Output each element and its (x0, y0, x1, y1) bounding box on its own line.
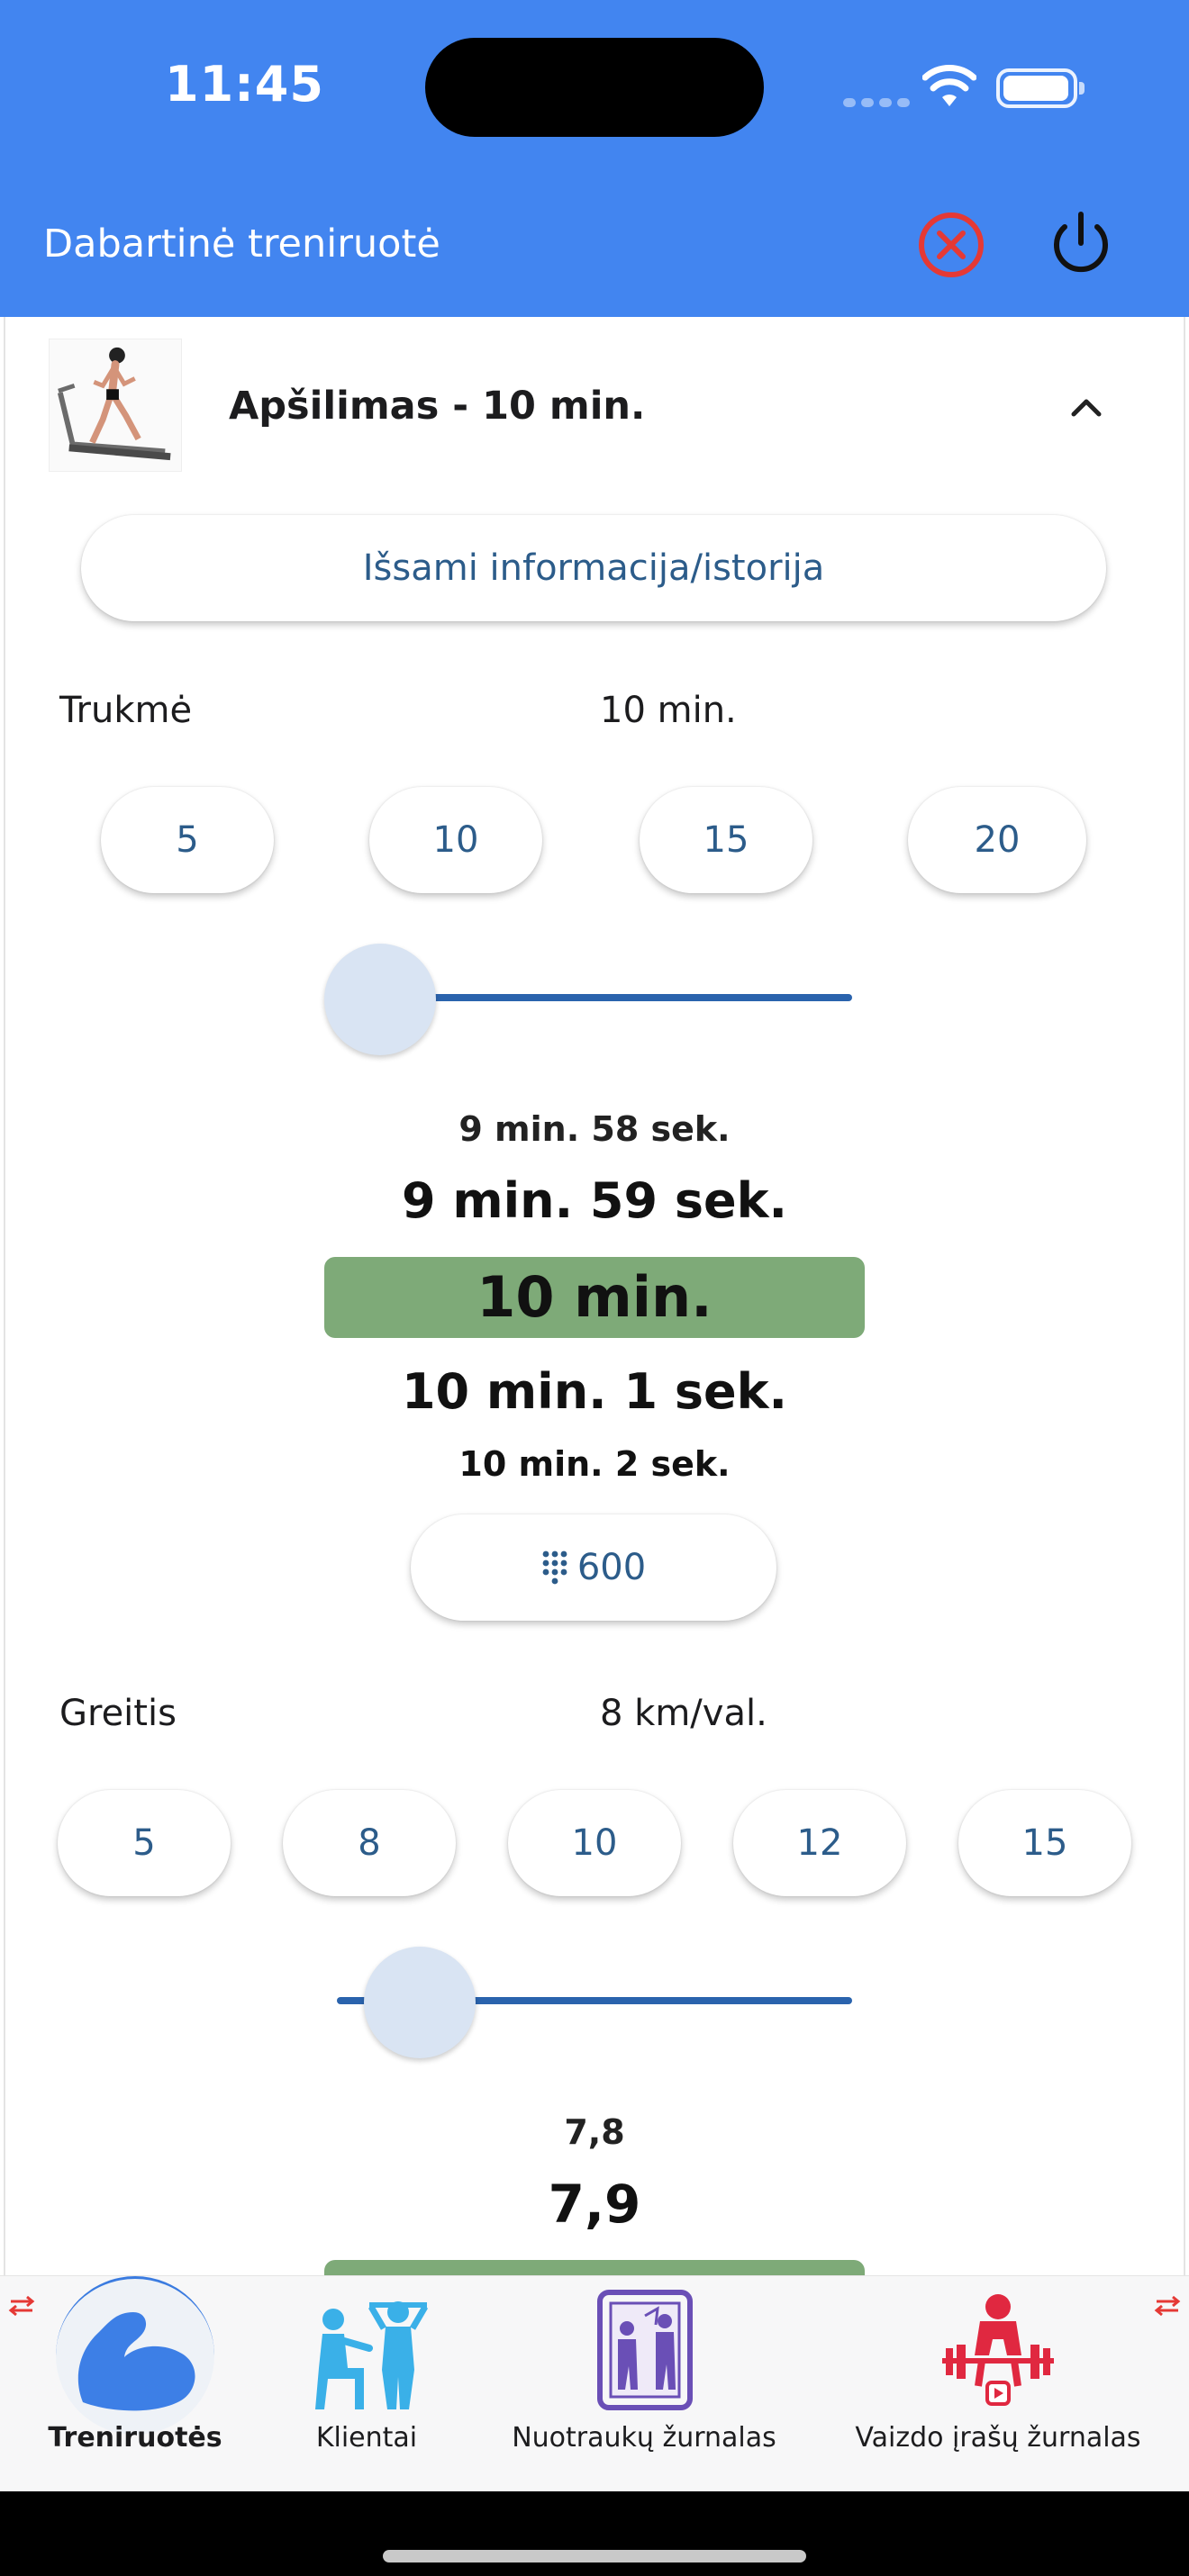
power-icon[interactable] (1043, 205, 1119, 281)
duration-preset-20[interactable]: 20 (908, 787, 1086, 893)
speed-label: Greitis (59, 1693, 177, 1734)
speed-slider-thumb[interactable] (364, 1947, 476, 2058)
nav-label: Vaizdo įrašų žurnalas (855, 2422, 1141, 2454)
nav-item-photo-journal[interactable]: Nuotraukų žurnalas (504, 2276, 784, 2492)
duration-preset-10[interactable]: 10 (369, 787, 542, 893)
speed-preset-8[interactable]: 8 (283, 1790, 456, 1896)
dynamic-island (425, 38, 764, 137)
picker-item[interactable]: 9 min. 58 sek. (324, 1109, 865, 1149)
duration-slider-track[interactable] (380, 994, 852, 1001)
keypad-input-button[interactable]: 600 (411, 1514, 776, 1621)
picker-item[interactable]: 10 min. 2 sek. (324, 1444, 865, 1480)
picker-item[interactable]: 9 min. 59 sek. (324, 1172, 865, 1229)
swap-arrows-icon[interactable] (1151, 2294, 1184, 2318)
app-header: 11:45 Dabartinė treniruotė (0, 0, 1189, 317)
duration-preset-15[interactable]: 15 (640, 787, 812, 893)
picker-item[interactable]: 10 min. 1 sek. (324, 1363, 865, 1420)
speed-preset-15[interactable]: 15 (958, 1790, 1131, 1896)
nav-item-workouts[interactable]: Treniruotės (0, 2276, 270, 2492)
battery-icon (996, 68, 1085, 108)
nav-item-video-journal[interactable]: Vaizdo įrašų žurnalas (847, 2276, 1149, 2492)
duration-preset-5[interactable]: 5 (101, 787, 274, 893)
exercise-card: Apšilimas - 10 min. Išsami informacija/i… (0, 317, 1189, 2275)
speed-preset-10[interactable]: 10 (508, 1790, 681, 1896)
speed-value: 8 km/val. (600, 1693, 767, 1734)
chevron-up-icon[interactable] (1065, 385, 1108, 429)
flexed-bicep-icon (77, 2312, 195, 2411)
status-time: 11:45 (165, 56, 324, 113)
nav-label: Nuotraukų žurnalas (512, 2422, 776, 2454)
exercise-title: Apšilimas - 10 min. (229, 384, 646, 429)
treadmill-runner-image (49, 339, 182, 472)
picker-item[interactable]: 7,9 (324, 2174, 865, 2235)
wifi-icon (922, 65, 976, 106)
picker-selection-highlight (324, 2260, 865, 2275)
weightlifter-video-icon (942, 2294, 1054, 2406)
home-indicator[interactable] (383, 2550, 806, 2562)
duration-slider-thumb[interactable] (324, 944, 436, 1055)
bottom-navigation: Treniruotės Klientai Nuotraukų žurnalas (0, 2275, 1189, 2491)
photo-journal-icon (597, 2290, 693, 2410)
details-history-button[interactable]: Išsami informacija/istorija (81, 515, 1106, 621)
picker-item-selected[interactable]: 10 min. (324, 1264, 865, 1330)
nav-item-clients[interactable]: Klientai (270, 2276, 463, 2492)
nav-label: Treniruotės (48, 2422, 222, 2454)
trainer-client-icon (315, 2301, 429, 2409)
speed-preset-12[interactable]: 12 (733, 1790, 906, 1896)
duration-value: 10 min. (600, 690, 737, 731)
keypad-value: 600 (576, 1547, 647, 1588)
nav-label: Klientai (315, 2422, 418, 2454)
details-history-label: Išsami informacija/istorija (362, 547, 825, 589)
page-title: Dabartinė treniruotė (43, 221, 440, 267)
picker-item[interactable]: 7,8 (324, 2112, 865, 2152)
cancel-circle-icon[interactable] (913, 207, 989, 283)
home-indicator-area (0, 2491, 1189, 2576)
dialpad-icon (542, 1550, 567, 1585)
cellular-signal-icon (843, 94, 915, 111)
duration-label: Trukmė (59, 690, 193, 731)
speed-preset-5[interactable]: 5 (58, 1790, 231, 1896)
